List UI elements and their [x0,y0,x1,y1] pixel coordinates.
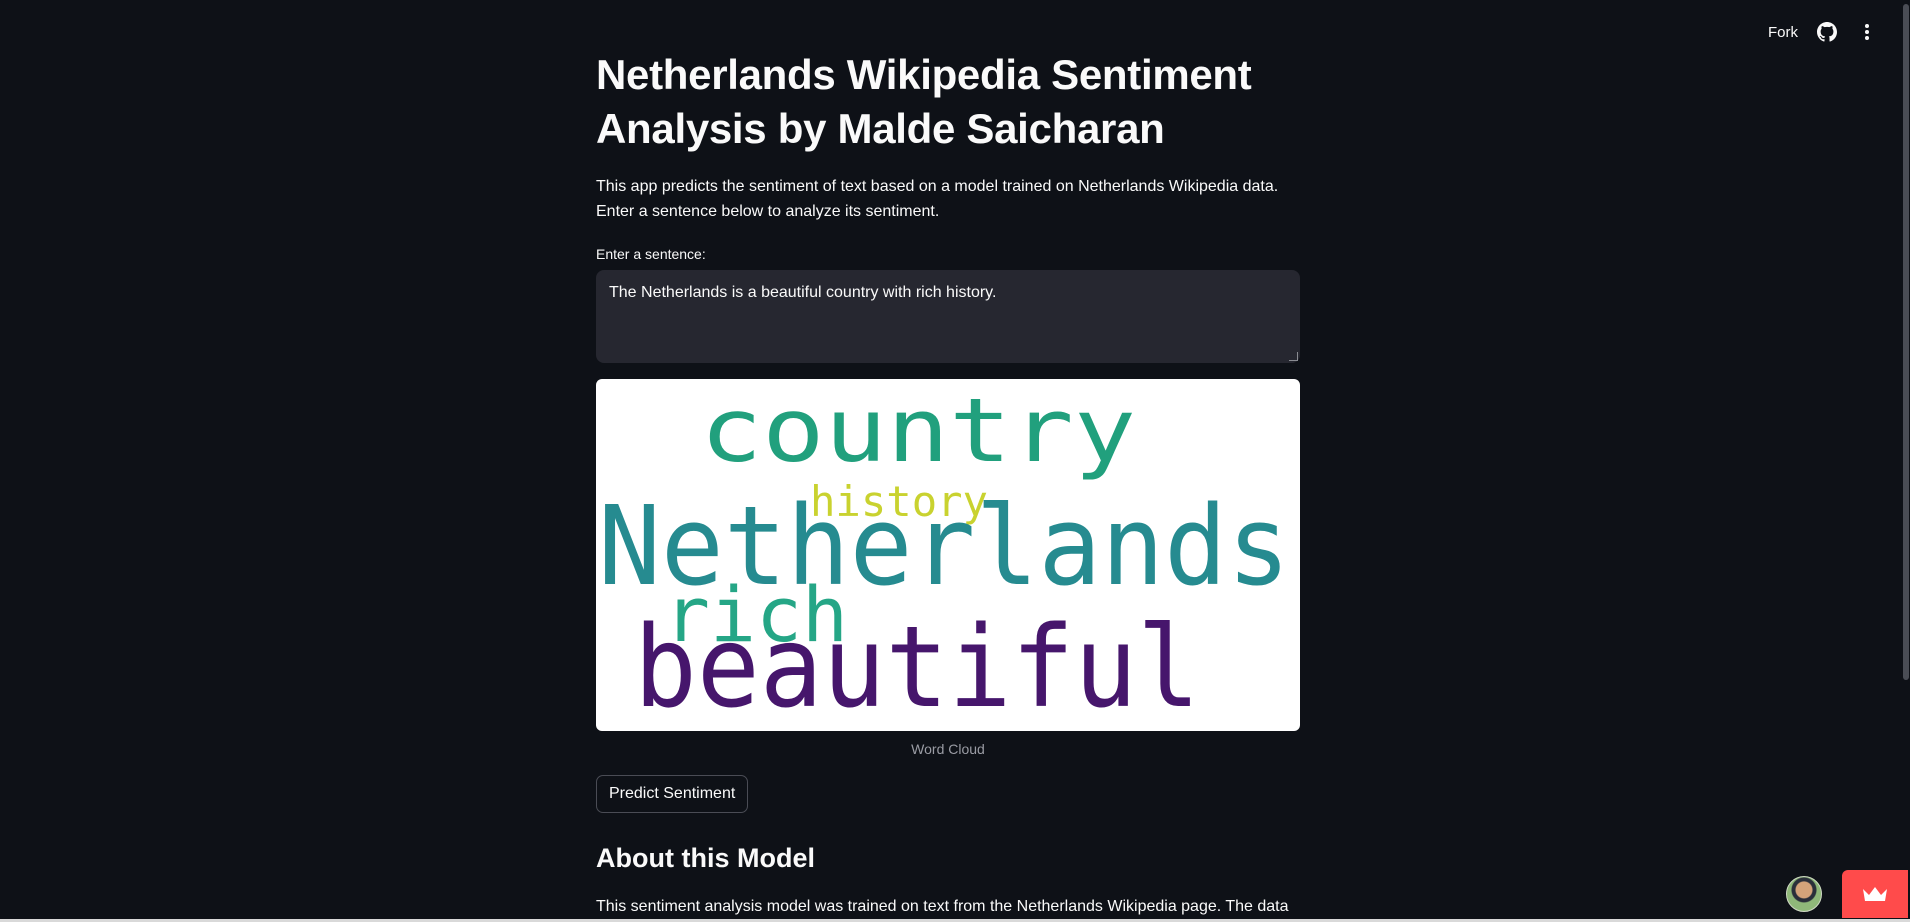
page-title: Netherlands Wikipedia Sentiment Analysis… [596,51,1252,152]
avatar[interactable] [1786,876,1822,912]
fork-link[interactable]: Fork [1768,24,1798,41]
about-section-text: This sentiment analysis model was traine… [596,898,1289,915]
resize-handle-icon[interactable] [1289,352,1298,361]
word-cloud-caption: Word Cloud [911,741,985,757]
scrollbar[interactable] [1902,0,1910,922]
about-section-title: About this Model [596,843,815,873]
crown-icon[interactable] [1842,870,1908,918]
toolbar: Fork [1768,0,1910,64]
main-content: Netherlands Wikipedia Sentiment Analysis… [596,0,1300,919]
more-vertical-icon[interactable] [1856,21,1878,43]
scrollbar-thumb[interactable] [1903,4,1909,680]
sentence-input[interactable]: The Netherlands is a beautiful country w… [596,270,1300,363]
word-cloud-word: beautiful [634,603,1200,731]
word-cloud-word: country [700,379,1136,482]
github-icon[interactable] [1816,21,1838,43]
sentence-input-label: Enter a sentence: [596,246,706,262]
app-root: Fork Netherlands Wikipedia Sentiment Ana… [0,0,1910,922]
app-description: This app predicts the sentiment of text … [596,178,1279,220]
sentence-input-value: The Netherlands is a beautiful country w… [609,284,997,301]
word-cloud-image: country history Netherlands rich beautif… [596,379,1300,731]
predict-sentiment-button[interactable]: Predict Sentiment [596,775,749,813]
